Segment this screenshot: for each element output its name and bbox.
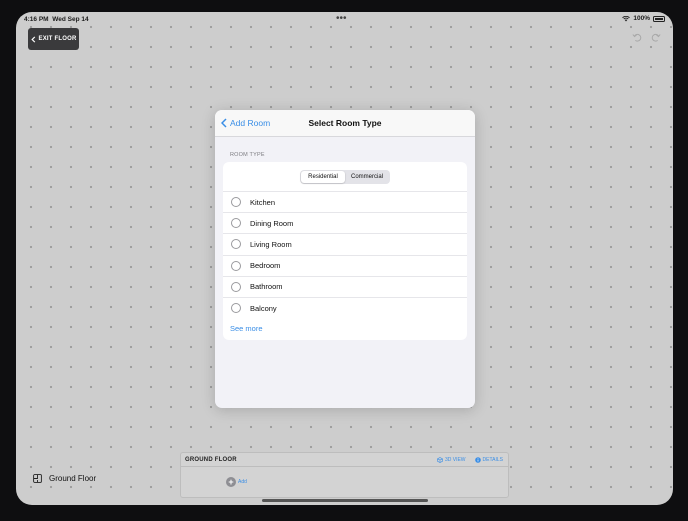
radio-button[interactable]: [231, 281, 241, 292]
details-label: DETAILS: [482, 457, 503, 463]
radio-button[interactable]: [231, 197, 241, 208]
room-option-bathroom[interactable]: Bathroom: [223, 275, 467, 297]
room-option-dining-room[interactable]: Dining Room: [223, 212, 467, 233]
radio-button[interactable]: [231, 218, 241, 229]
plus-icon: +: [226, 477, 236, 487]
option-label: Kitchen: [250, 197, 276, 207]
status-bar: 4:16 PM Wed Sep 14 ••• 100%: [16, 12, 673, 28]
multitasking-dots[interactable]: •••: [336, 13, 347, 24]
status-time-date: 4:16 PM Wed Sep 14: [24, 16, 89, 23]
exit-floor-label: EXIT FLOOR: [38, 36, 77, 42]
3d-view-label: 3D VIEW: [444, 457, 466, 463]
floor-panel-actions: 3D VIEW DETAILS: [437, 457, 503, 463]
undo-redo-group: [632, 32, 661, 42]
room-option-living-room[interactable]: Living Room: [223, 233, 467, 254]
room-type-card: Residential Commercial Kitchen Dining Ro…: [223, 162, 467, 340]
floor-panel-title: GROUND FLOOR: [185, 457, 237, 463]
battery-percent: 100%: [633, 15, 650, 22]
option-label: Dining Room: [250, 218, 294, 228]
see-more-link[interactable]: See more: [230, 324, 263, 333]
option-label: Living Room: [250, 239, 292, 249]
option-label: Bathroom: [250, 282, 283, 292]
segment-commercial[interactable]: Commercial: [345, 171, 389, 183]
status-right: 100%: [622, 15, 665, 22]
3d-view-button[interactable]: 3D VIEW: [437, 457, 466, 463]
dialog-title: Select Room Type: [308, 118, 382, 128]
radio-button[interactable]: [231, 260, 241, 271]
room-type-options: Kitchen Dining Room Living Room Bedroom …: [223, 191, 467, 318]
battery-icon: [653, 15, 665, 22]
details-button[interactable]: DETAILS: [474, 457, 503, 463]
room-option-kitchen[interactable]: Kitchen: [223, 191, 467, 212]
ground-floor-panel: GROUND FLOOR 3D VIEW DETAILS + Add: [180, 452, 509, 498]
option-label: Balcony: [250, 303, 277, 313]
select-room-type-dialog: Add Room Select Room Type ROOM TYPE Resi…: [215, 110, 475, 408]
status-time: 4:16 PM: [24, 16, 49, 23]
dialog-header: Add Room Select Room Type: [215, 110, 475, 137]
option-label: Bedroom: [250, 261, 281, 271]
ipad-screen: 4:16 PM Wed Sep 14 ••• 100% EXIT FLOOR A…: [16, 12, 673, 505]
wifi-icon: [622, 15, 631, 21]
floor-panel-header: GROUND FLOOR 3D VIEW DETAILS: [181, 453, 508, 467]
redo-icon[interactable]: [651, 32, 661, 42]
add-room-button[interactable]: + Add: [226, 477, 247, 487]
status-date: Wed Sep 14: [52, 16, 89, 23]
room-category-segmented-control: Residential Commercial: [300, 170, 390, 184]
chevron-left-icon: [30, 35, 35, 43]
info-icon: [474, 457, 481, 463]
floor-plan-icon: [33, 474, 42, 483]
home-indicator[interactable]: [262, 499, 428, 502]
room-option-balcony[interactable]: Balcony: [223, 296, 467, 318]
exit-floor-button[interactable]: EXIT FLOOR: [28, 28, 79, 50]
add-label: Add: [238, 479, 247, 485]
segment-residential[interactable]: Residential: [301, 171, 345, 183]
floor-selector[interactable]: Ground Floor: [33, 474, 96, 483]
room-option-bedroom[interactable]: Bedroom: [223, 254, 467, 276]
floor-name: Ground Floor: [49, 474, 97, 483]
radio-button[interactable]: [231, 239, 241, 250]
room-type-section-label: ROOM TYPE: [230, 152, 265, 158]
cube-icon: [437, 457, 443, 463]
undo-icon[interactable]: [632, 32, 642, 42]
radio-button[interactable]: [231, 303, 241, 314]
